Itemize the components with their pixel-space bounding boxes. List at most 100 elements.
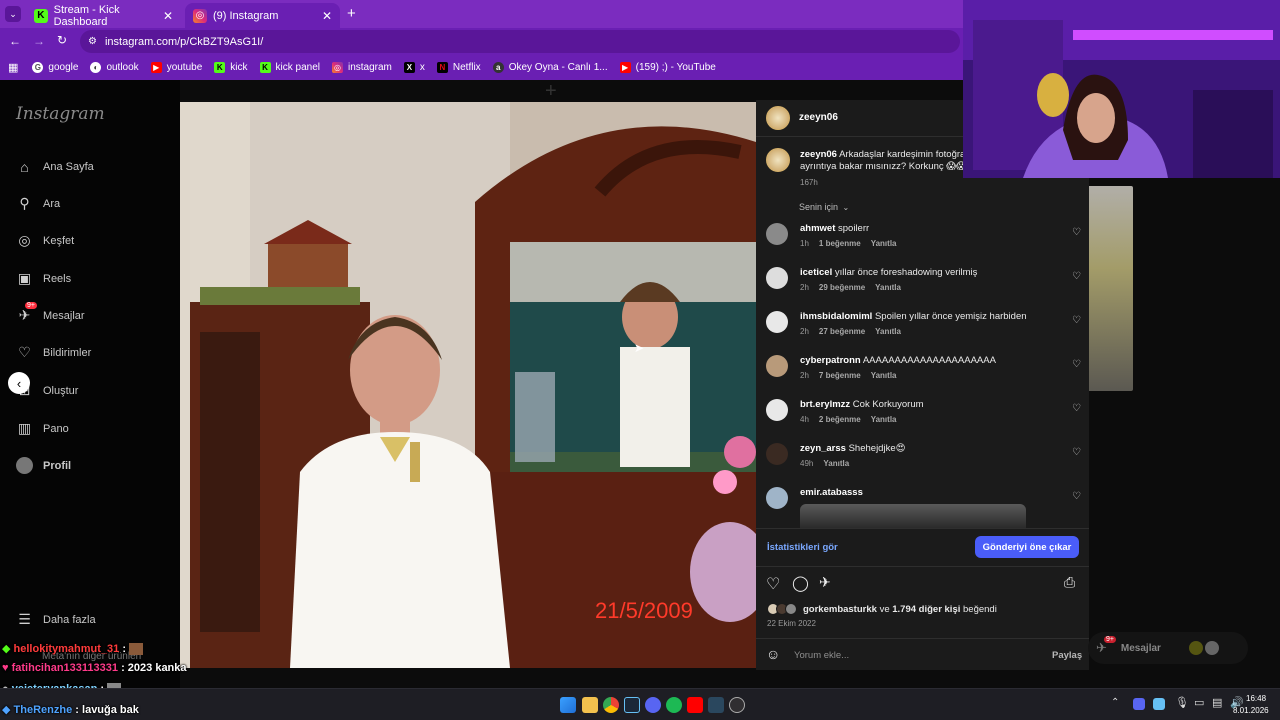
bookmark-kick-panel[interactable]: Kkick panel bbox=[259, 62, 320, 73]
comment-username[interactable]: zeyn_arss bbox=[800, 443, 846, 454]
tray-chevron-up-icon[interactable]: ⌃ bbox=[1111, 697, 1119, 708]
nav-more[interactable]: ☰ Daha fazla bbox=[16, 611, 95, 628]
like-comment-heart-icon[interactable]: ♡ bbox=[1072, 315, 1081, 326]
nav-search[interactable]: ⚲ Ara bbox=[16, 195, 60, 212]
previous-post-button[interactable]: ‹ bbox=[8, 372, 30, 394]
reply-button[interactable]: Yanıtla bbox=[823, 459, 849, 468]
steam-icon[interactable] bbox=[624, 697, 640, 713]
nav-notifications[interactable]: ♡ Bildirimler bbox=[16, 344, 91, 361]
close-icon[interactable]: ✕ bbox=[322, 9, 332, 23]
comment-username[interactable]: ihmsbidalomiml bbox=[800, 311, 872, 322]
chat-username[interactable]: fatihcihan133113331 bbox=[12, 662, 118, 674]
comment-username[interactable]: ahmwet bbox=[800, 223, 835, 234]
caption-author[interactable]: zeeyn06 bbox=[800, 149, 837, 160]
author-username[interactable]: zeeyn06 bbox=[799, 112, 838, 123]
tray-app-icon[interactable] bbox=[1133, 698, 1145, 710]
like-comment-heart-icon[interactable]: ♡ bbox=[1072, 227, 1081, 238]
reply-button[interactable]: Yanıtla bbox=[871, 371, 897, 380]
commenter-avatar[interactable] bbox=[766, 223, 788, 245]
comment-username[interactable]: brt.erylmzz bbox=[800, 399, 850, 410]
youtube-icon[interactable] bbox=[687, 697, 703, 713]
nav-messages[interactable]: ✈ 9+ Mesajlar bbox=[16, 302, 85, 324]
comment-likes[interactable]: 1 beğenme bbox=[819, 239, 861, 248]
bookmark-google[interactable]: Ggoogle bbox=[32, 62, 78, 73]
reply-button[interactable]: Yanıtla bbox=[875, 327, 901, 336]
comment-username[interactable]: iceticel bbox=[800, 267, 832, 278]
emoji-icon[interactable]: ☺ bbox=[766, 646, 780, 662]
bookmark-youtube[interactable]: ▶ youtube bbox=[150, 62, 202, 73]
nav-reels[interactable]: ▣ Reels bbox=[16, 270, 71, 287]
close-icon[interactable]: ✕ bbox=[163, 9, 173, 23]
clock-date[interactable]: 8.01.2026 bbox=[1233, 706, 1269, 715]
back-arrow-icon[interactable]: ← bbox=[9, 34, 21, 48]
tab-instagram[interactable]: ◎ (9) Instagram ✕ bbox=[185, 3, 340, 28]
caption-avatar[interactable] bbox=[766, 148, 790, 172]
display-icon[interactable]: ▭ bbox=[1194, 696, 1204, 709]
new-tab-button[interactable]: + bbox=[347, 5, 356, 22]
like-comment-heart-icon[interactable]: ♡ bbox=[1072, 403, 1081, 414]
comment-likes[interactable]: 7 beğenme bbox=[819, 371, 861, 380]
post-comment-button[interactable]: Paylaş bbox=[1052, 650, 1082, 661]
comment-image-preview[interactable] bbox=[800, 504, 1026, 528]
bookmark-x[interactable]: Xx bbox=[403, 62, 425, 73]
comment-sort-dropdown[interactable]: Senin için ⌄ bbox=[799, 202, 849, 212]
like-heart-icon[interactable]: ♡ bbox=[766, 574, 780, 594]
discord-icon[interactable] bbox=[645, 697, 661, 713]
reply-button[interactable]: Yanıtla bbox=[871, 239, 897, 248]
messages-float-button[interactable]: ✈ 9+ Mesajlar bbox=[1088, 632, 1248, 664]
reply-button[interactable]: Yanıtla bbox=[871, 415, 897, 424]
instagram-logo[interactable]: Instagram bbox=[16, 104, 105, 124]
steam-icon[interactable] bbox=[708, 697, 724, 713]
bookmark-okey[interactable]: a Okey Oyna - Canlı 1... bbox=[492, 62, 608, 73]
chat-username[interactable]: hellokitymahmut_31 bbox=[14, 643, 120, 655]
apps-grid-icon[interactable]: ▦ bbox=[8, 61, 18, 74]
comment-input[interactable]: Yorum ekle... bbox=[794, 650, 1014, 661]
reply-button[interactable]: Yanıtla bbox=[875, 283, 901, 292]
commenter-avatar[interactable] bbox=[766, 267, 788, 289]
liked-by-user[interactable]: gorkembasturkk bbox=[803, 604, 877, 615]
url-input[interactable]: ⚙ instagram.com/p/CkBZT9AsG1I/ bbox=[80, 30, 960, 53]
bookmark-instagram[interactable]: ◎ instagram bbox=[331, 62, 392, 73]
file-explorer-icon[interactable] bbox=[582, 697, 598, 713]
spotify-icon[interactable] bbox=[666, 697, 682, 713]
like-comment-heart-icon[interactable]: ♡ bbox=[1072, 359, 1081, 370]
bookmark-netflix[interactable]: N Netflix bbox=[436, 62, 481, 73]
comment-username[interactable]: emir.atabasss bbox=[800, 487, 863, 498]
comment-username[interactable]: cyberpatronn bbox=[800, 355, 861, 366]
nav-dashboard[interactable]: ▥ Pano bbox=[16, 420, 69, 437]
liked-by-count[interactable]: 1.794 diğer kişi bbox=[892, 604, 960, 615]
bookmark-kick[interactable]: Kkick bbox=[214, 62, 248, 73]
commenter-avatar[interactable] bbox=[766, 443, 788, 465]
comment-likes[interactable]: 2 beğenme bbox=[819, 415, 861, 424]
clock-time[interactable]: 16:48 bbox=[1246, 694, 1266, 703]
commenter-avatar[interactable] bbox=[766, 399, 788, 421]
boost-post-button[interactable]: Gönderiyi öne çıkar bbox=[975, 536, 1079, 558]
insights-link[interactable]: İstatistikleri gör bbox=[767, 542, 838, 553]
network-icon[interactable]: ▤ bbox=[1212, 696, 1222, 709]
reload-icon[interactable]: ↻ bbox=[57, 33, 67, 47]
bookmark-outlook[interactable]: ◐ outlook bbox=[90, 62, 139, 73]
bookmark-youtube-2[interactable]: ▶ (159) ;) - YouTube bbox=[619, 62, 716, 73]
share-send-icon[interactable]: ✈ bbox=[819, 574, 831, 591]
liked-by-avatars[interactable] bbox=[767, 603, 799, 615]
tray-app-icon[interactable] bbox=[1153, 698, 1165, 710]
chat-username[interactable]: TheRenzhe bbox=[14, 704, 73, 716]
chrome-icon[interactable] bbox=[603, 697, 619, 713]
like-comment-heart-icon[interactable]: ♡ bbox=[1072, 447, 1081, 458]
commenter-avatar[interactable] bbox=[766, 355, 788, 377]
author-avatar[interactable] bbox=[766, 106, 790, 130]
commenter-avatar[interactable] bbox=[766, 487, 788, 509]
next-post-preview[interactable] bbox=[1087, 186, 1133, 391]
commenter-avatar[interactable] bbox=[766, 311, 788, 333]
bookmark-save-icon[interactable]: ⎙ bbox=[1064, 574, 1075, 591]
like-comment-heart-icon[interactable]: ♡ bbox=[1072, 491, 1081, 502]
obs-icon[interactable] bbox=[729, 697, 745, 713]
microphone-icon[interactable]: 🎙 bbox=[1175, 696, 1189, 709]
nav-profile[interactable]: Profil bbox=[16, 457, 71, 474]
forward-arrow-icon[interactable]: → bbox=[33, 34, 45, 48]
tab-kick-dashboard[interactable]: K Stream - Kick Dashboard ✕ bbox=[26, 3, 181, 28]
nav-home[interactable]: ⌂ Ana Sayfa bbox=[16, 158, 94, 175]
tab-search-button[interactable]: ⌄ bbox=[5, 6, 21, 22]
comment-bubble-icon[interactable]: ◯ bbox=[792, 574, 809, 592]
post-photo[interactable]: 21/5/2009 bbox=[180, 102, 756, 668]
